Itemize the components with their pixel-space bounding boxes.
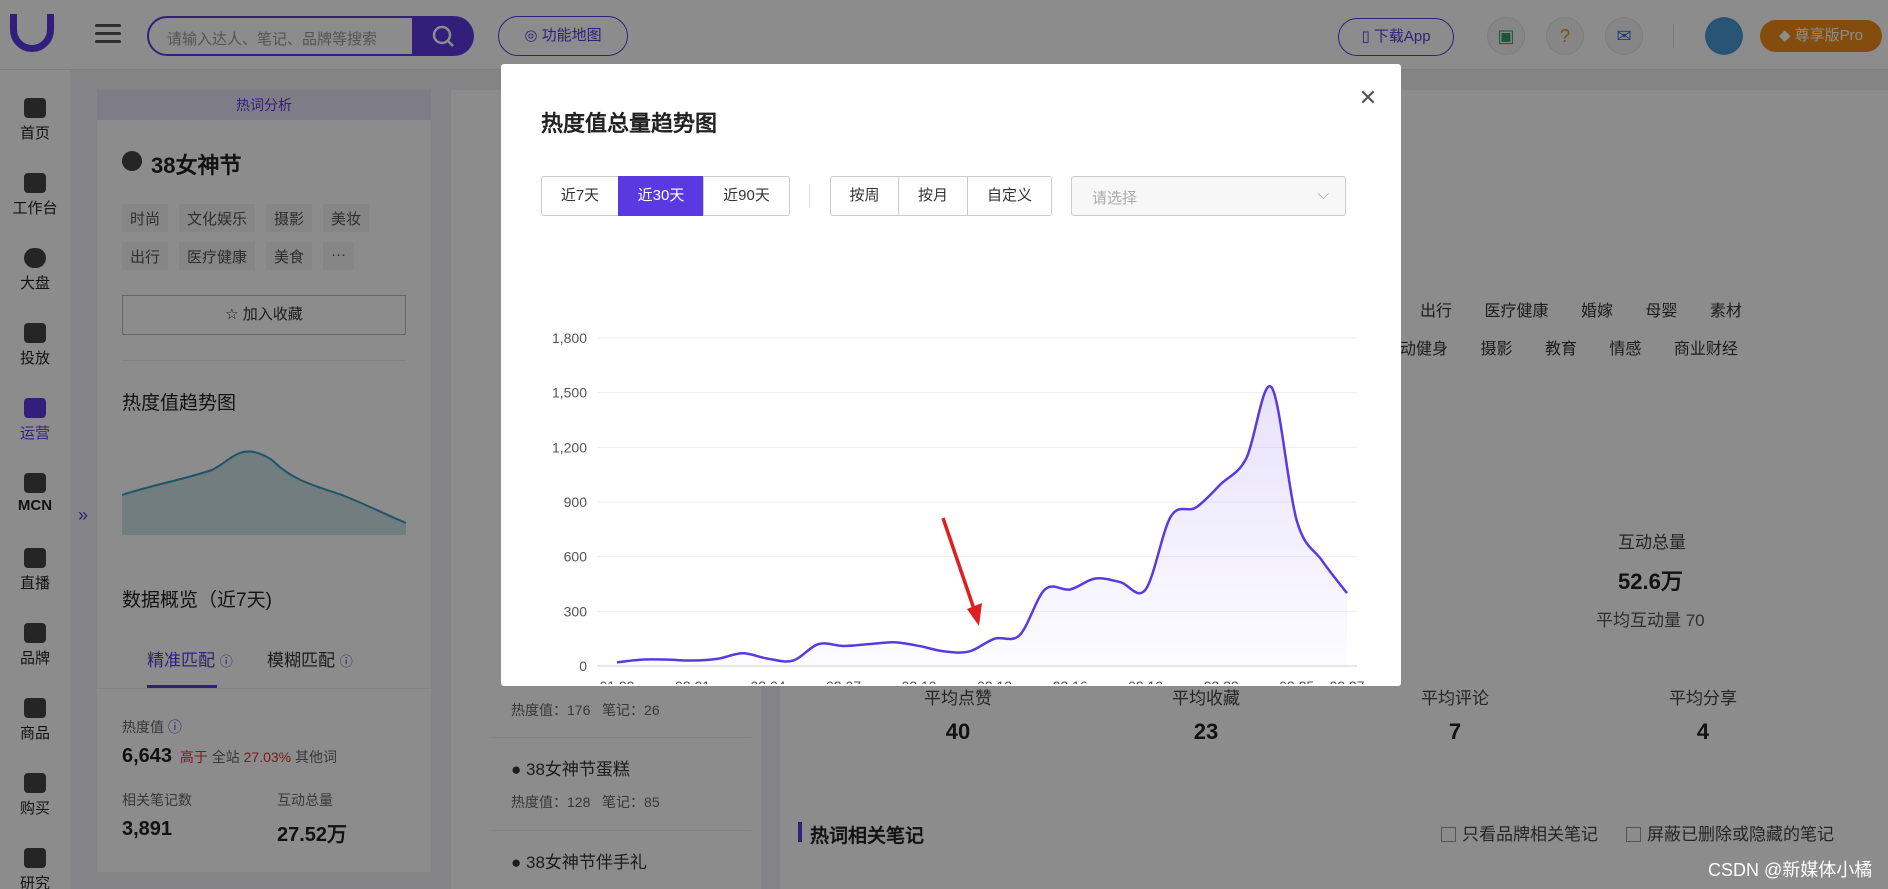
red-arrow-annotation <box>941 517 982 626</box>
x-tick-label: 02.04 <box>751 678 786 684</box>
range-7-days-button[interactable]: 近7天 <box>541 176 619 216</box>
x-tick-label: 02.25 <box>1279 678 1314 684</box>
chevron-down-icon: ⌵ <box>1317 186 1329 203</box>
x-tick-label: 02.19 <box>1128 678 1163 684</box>
x-tick-label: 01.29 <box>599 678 634 684</box>
y-tick-label: 1,200 <box>552 439 587 455</box>
y-tick-label: 600 <box>564 549 588 565</box>
series-area <box>617 386 1347 666</box>
y-tick-label: 300 <box>564 603 588 619</box>
trend-chart: 0 300 600 900 1,200 1,500 1,800 01.29 02.01 02.0… <box>552 330 1365 684</box>
y-tick-label: 1,500 <box>552 385 587 401</box>
range-30-days-button[interactable]: 近30天 <box>618 176 704 216</box>
x-axis: 01.29 02.01 02.04 02.07 02.10 02.13 02.16 02.19… <box>599 678 1364 684</box>
by-month-button[interactable]: 按月 <box>898 176 968 216</box>
x-tick-label: 02.07 <box>826 678 861 684</box>
custom-range-button[interactable]: 自定义 <box>967 176 1052 216</box>
x-tick-label: 02.16 <box>1053 678 1088 684</box>
period-select[interactable]: 请选择 ⌵ <box>1071 176 1346 216</box>
watermark: CSDN @新媒体小橘 <box>1708 860 1873 880</box>
trend-modal: 热度值总量趋势图 ✕ 近7天 近30天 近90天 按周 按月 自定义 请选择 ⌵ … <box>501 64 1401 686</box>
by-week-button[interactable]: 按周 <box>830 176 899 216</box>
x-tick-label: 02.13 <box>977 678 1012 684</box>
y-tick-label: 900 <box>564 494 588 510</box>
y-tick-label: 0 <box>579 658 587 674</box>
divider <box>809 184 810 208</box>
y-tick-label: 1,800 <box>552 330 587 346</box>
x-tick-label: 02.27 <box>1329 678 1364 684</box>
x-tick-label: 02.01 <box>675 678 710 684</box>
range-90-days-button[interactable]: 近90天 <box>703 176 790 216</box>
y-axis: 0 300 600 900 1,200 1,500 1,800 <box>552 330 587 674</box>
x-tick-label: 02.22 <box>1204 678 1239 684</box>
close-icon[interactable]: ✕ <box>1356 86 1380 110</box>
x-tick-label: 02.10 <box>902 678 937 684</box>
modal-title: 热度值总量趋势图 <box>541 111 718 136</box>
select-placeholder: 请选择 <box>1092 190 1138 207</box>
